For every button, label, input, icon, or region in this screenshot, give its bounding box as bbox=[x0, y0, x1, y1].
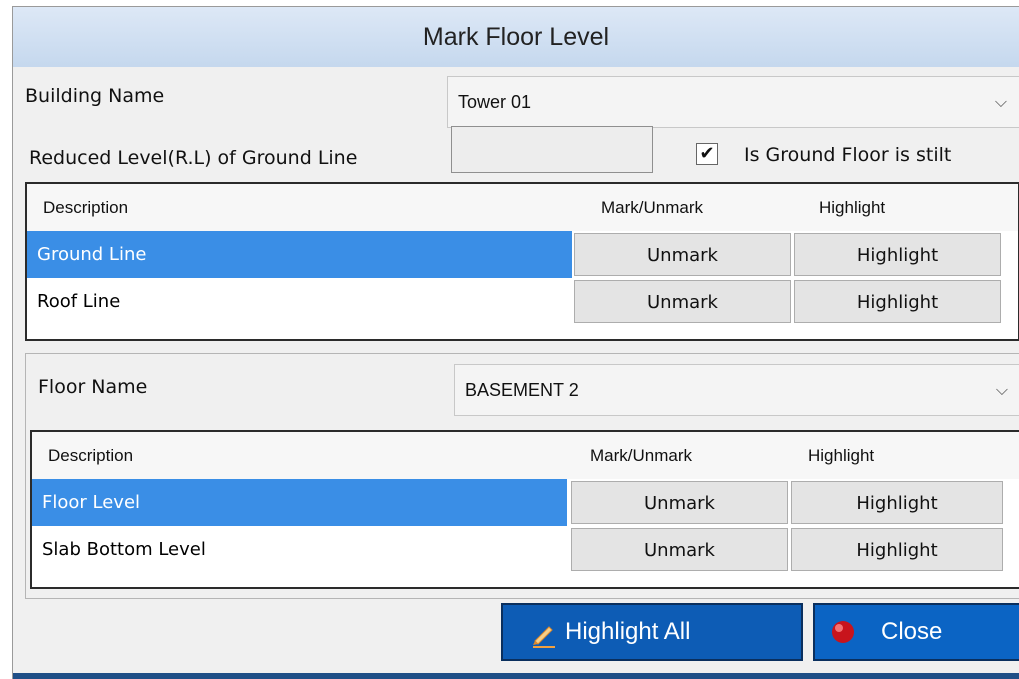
table-row[interactable]: Ground Line Unmark Highlight bbox=[27, 231, 1018, 278]
unmark-button[interactable]: Unmark bbox=[574, 233, 791, 276]
floor-levels-grid: Description Mark/Unmark Highlight Floor … bbox=[30, 430, 1019, 589]
chevron-down-icon: ⌵ bbox=[995, 380, 1008, 399]
red-ball-icon bbox=[832, 621, 854, 643]
unmark-button[interactable]: Unmark bbox=[571, 481, 788, 524]
header-highlight: Highlight bbox=[819, 198, 886, 217]
dialog-title: Mark Floor Level bbox=[13, 7, 1019, 67]
chevron-down-icon: ⌵ bbox=[994, 92, 1007, 111]
table-row[interactable]: Floor Level Unmark Highlight bbox=[32, 479, 1019, 526]
row-description: Floor Level bbox=[32, 479, 567, 526]
highlight-all-label: Highlight All bbox=[565, 618, 691, 645]
building-name-label: Building Name bbox=[25, 85, 165, 107]
dialog-bottom-border bbox=[13, 673, 1019, 679]
close-button[interactable]: Close bbox=[813, 603, 1019, 661]
stilt-label: Is Ground Floor is stilt bbox=[744, 144, 952, 166]
row-description: Ground Line bbox=[27, 231, 572, 278]
header-highlight: Highlight bbox=[808, 446, 875, 465]
header-mark-unmark: Mark/Unmark bbox=[590, 446, 693, 465]
unmark-button[interactable]: Unmark bbox=[571, 528, 788, 571]
building-levels-grid: Description Mark/Unmark Highlight Ground… bbox=[25, 182, 1019, 341]
mark-floor-level-dialog: Mark Floor Level Building Name Tower 01 … bbox=[12, 6, 1019, 679]
highlight-button[interactable]: Highlight bbox=[794, 233, 1001, 276]
grid-header: Description Mark/Unmark Highlight bbox=[27, 184, 1018, 231]
row-description: Roof Line bbox=[37, 291, 121, 312]
pencil-icon bbox=[533, 626, 555, 648]
floor-name-dropdown[interactable]: BASEMENT 2 ⌵ bbox=[454, 364, 1019, 416]
building-name-dropdown[interactable]: Tower 01 ⌵ bbox=[447, 76, 1019, 128]
unmark-button[interactable]: Unmark bbox=[574, 280, 791, 323]
grid-header: Description Mark/Unmark Highlight bbox=[32, 432, 1019, 479]
stilt-checkbox[interactable]: ✔ bbox=[696, 143, 718, 165]
floor-name-label: Floor Name bbox=[38, 376, 148, 398]
check-mark-icon: ✔ bbox=[699, 143, 715, 164]
highlight-all-button[interactable]: Highlight All bbox=[501, 603, 803, 661]
row-description: Slab Bottom Level bbox=[42, 539, 206, 560]
reduced-level-input[interactable] bbox=[451, 126, 653, 173]
header-mark-unmark: Mark/Unmark bbox=[601, 198, 704, 217]
table-row[interactable]: Slab Bottom Level Unmark Highlight bbox=[32, 526, 1019, 573]
close-label: Close bbox=[881, 618, 943, 645]
reduced-level-label: Reduced Level(R.L) of Ground Line bbox=[29, 147, 358, 169]
table-row[interactable]: Roof Line Unmark Highlight bbox=[27, 278, 1018, 325]
highlight-button[interactable]: Highlight bbox=[791, 528, 1003, 571]
building-name-value: Tower 01 bbox=[458, 92, 532, 112]
floor-name-value: BASEMENT 2 bbox=[465, 380, 579, 400]
highlight-button[interactable]: Highlight bbox=[794, 280, 1001, 323]
highlight-button[interactable]: Highlight bbox=[791, 481, 1003, 524]
floor-panel: Floor Name BASEMENT 2 ⌵ Description Mark… bbox=[25, 353, 1019, 599]
header-description: Description bbox=[43, 198, 129, 217]
header-description: Description bbox=[48, 446, 134, 465]
